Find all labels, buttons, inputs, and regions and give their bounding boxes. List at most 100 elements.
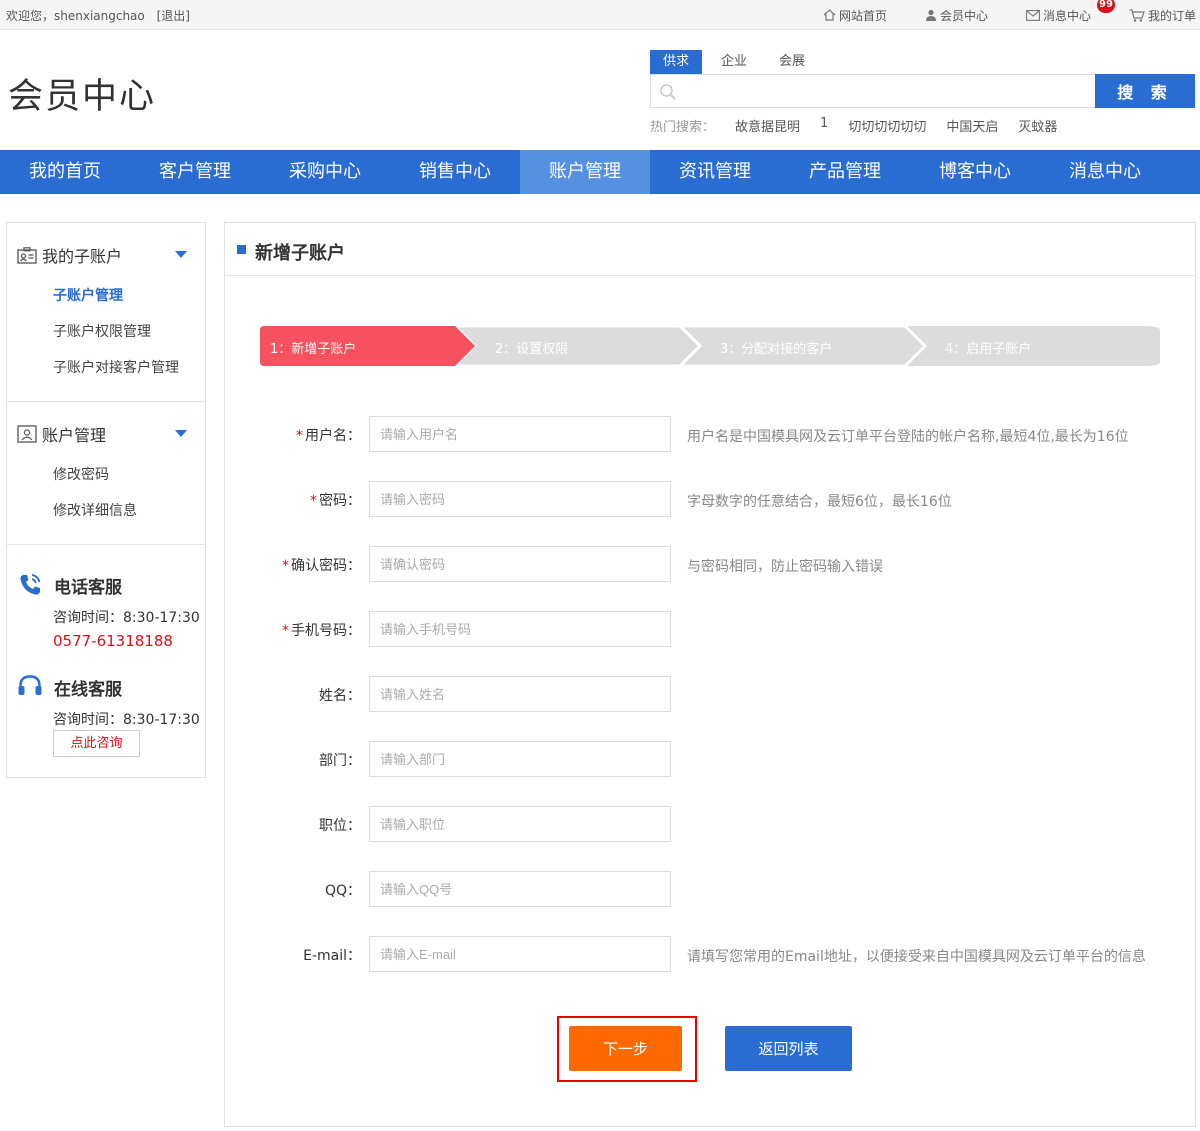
cart-icon [1129, 8, 1145, 22]
nav-item-home[interactable]: 我的首页 [0, 150, 130, 194]
mobile-input[interactable] [369, 611, 671, 647]
required-marker: * [310, 493, 317, 509]
hot-word[interactable]: 切切切切切切 [848, 116, 926, 135]
sidebar-divider [7, 544, 205, 545]
form-row-email: E-mail： 请填写您常用的Email地址，以便接受来自中国模具网及云订单平台… [225, 936, 1195, 972]
phone-service-title: 电话客服 [54, 578, 122, 598]
form-row-position: 职位： [225, 806, 1195, 842]
sidebar-item-change-password[interactable]: 修改密码 [53, 464, 109, 484]
next-step-button[interactable]: 下一步 [569, 1026, 682, 1071]
password-input[interactable] [369, 481, 671, 517]
sidebar-item-sub-account-management[interactable]: 子账户管理 [53, 285, 123, 305]
required-marker: * [282, 558, 289, 574]
username-label: * 用户名： [296, 425, 361, 445]
username-input[interactable] [369, 416, 671, 452]
message-center-link[interactable]: 消息中心 99 [1026, 0, 1115, 24]
title-marker [237, 245, 246, 254]
mail-icon [1026, 9, 1040, 21]
username-label-text: 用户名： [305, 428, 361, 444]
sidebar-item-edit-details[interactable]: 修改详细信息 [53, 500, 137, 520]
step-2-arrow [452, 326, 703, 366]
nav-item-account[interactable]: 账户管理 [520, 150, 650, 194]
hot-word[interactable]: 灭蚊器 [1018, 116, 1057, 135]
department-label: 部门： [319, 753, 361, 769]
nav-item-sales[interactable]: 销售中心 [390, 150, 520, 194]
position-input[interactable] [369, 806, 671, 842]
search-tab-exhibition[interactable]: 会展 [766, 50, 818, 74]
sidebar-item-sub-account-permissions[interactable]: 子账户权限管理 [53, 321, 151, 341]
qq-label: QQ： [324, 883, 361, 899]
nav-item-news[interactable]: 资讯管理 [650, 150, 780, 194]
hot-word[interactable]: 中国天启 [946, 116, 998, 135]
confirm-password-hint: 与密码相同，防止密码输入错误 [687, 559, 883, 575]
qq-input[interactable] [369, 871, 671, 907]
hot-word[interactable]: 故意据昆明 [735, 116, 800, 135]
member-center-label: 会员中心 [939, 8, 988, 23]
main-panel: 新增子账户 1：新增子账户 2：设置权限 3：分配对接的客户 4：启用子账户 *… [224, 222, 1196, 1127]
form-row-username: *用户名： 用户名是中国模具网及云订单平台登陆的帐户名称,最短4位,最长为16位 [225, 416, 1195, 452]
page-title: 新增子账户 [255, 243, 345, 264]
department-input[interactable] [369, 741, 671, 777]
confirm-password-label: * 确认密码： [282, 555, 361, 575]
consult-button[interactable]: 点此咨询 [53, 730, 140, 757]
step-4-arrow [905, 326, 1160, 366]
step-2-label: 2：设置权限 [495, 342, 569, 357]
online-service-title: 在线客服 [54, 680, 122, 700]
step-4-label: 4：启用子账户 [945, 342, 1032, 357]
search-tab-supply[interactable]: 供求 [650, 50, 703, 74]
nav-item-blog[interactable]: 博客中心 [910, 150, 1040, 194]
sidebar-section-account[interactable]: 账户管理 [17, 422, 106, 446]
headset-icon [18, 675, 42, 695]
home-link-label: 网站首页 [838, 8, 887, 23]
mobile-label-text: 手机号码： [291, 623, 361, 639]
form-row-mobile: * 手机号码： [225, 611, 1195, 647]
position-label: 职位： [319, 818, 361, 834]
chevron-down-icon[interactable] [175, 430, 187, 437]
sidebar-item-sub-account-customers[interactable]: 子账户对接客户管理 [53, 357, 179, 377]
form-row-password: *密码： 字母数字的任意结合，最短6位，最长16位 [225, 481, 1195, 517]
search-icon [660, 84, 676, 100]
id-card-icon [17, 246, 37, 264]
sidebar-section-title: 账户管理 [42, 426, 107, 445]
password-label: * 密码： [310, 490, 361, 510]
email-input[interactable] [369, 936, 671, 972]
search-button[interactable]: 搜 索 [1095, 74, 1195, 108]
required-marker: * [282, 623, 289, 639]
nav-item-products[interactable]: 产品管理 [780, 150, 910, 194]
hot-word[interactable]: 1 [820, 116, 828, 135]
confirm-password-input[interactable] [369, 546, 671, 582]
home-link[interactable]: 网站首页 [823, 7, 887, 24]
sidebar-section-title: 我的子账户 [42, 247, 123, 266]
logout-link[interactable]: [退出] [157, 9, 190, 23]
email-hint: 请填写您常用的Email地址，以便接受来自中国模具网及云订单平台的信息 [687, 949, 1146, 965]
email-label: E-mail： [303, 948, 361, 964]
member-center-logo: 会员中心 [8, 77, 157, 117]
online-service-time: 咨询时间：8:30-17:30 [53, 712, 200, 728]
welcome-text: 欢迎您，shenxiangchao [退出] [6, 7, 190, 24]
sidebar-divider [7, 401, 205, 402]
back-to-list-button[interactable]: 返回列表 [725, 1026, 852, 1071]
nav-item-purchasing[interactable]: 采购中心 [260, 150, 390, 194]
mobile-label: * 手机号码： [282, 620, 361, 640]
account-icon [17, 425, 37, 443]
message-count-badge: 99 [1096, 0, 1115, 13]
search-tab-company[interactable]: 企业 [708, 50, 760, 74]
member-center-link[interactable]: 会员中心 [925, 7, 988, 24]
name-input[interactable] [369, 676, 671, 712]
home-icon [823, 9, 836, 21]
nav-item-customers[interactable]: 客户管理 [130, 150, 260, 194]
search-input[interactable] [685, 77, 1085, 105]
my-orders-link[interactable]: 我的订单 [1129, 7, 1196, 24]
top-links: 网站首页 会员中心 消息中心 99 我的订单 [823, 0, 1196, 30]
nav-item-messages[interactable]: 消息中心 [1040, 150, 1170, 194]
my-orders-label: 我的订单 [1147, 8, 1196, 23]
password-hint: 字母数字的任意结合，最短6位，最长16位 [687, 494, 952, 510]
search-tabs: 供求 企业 会展 [650, 50, 824, 74]
step-3-label: 3：分配对接的客户 [720, 342, 833, 357]
search-box [650, 74, 1095, 108]
chevron-down-icon[interactable] [175, 251, 187, 258]
title-divider [225, 275, 1195, 276]
phone-service-time: 咨询时间：8:30-17:30 [53, 610, 200, 626]
sidebar-section-sub-accounts[interactable]: 我的子账户 [17, 243, 122, 267]
phone-service-number: 0577-61318188 [53, 632, 173, 650]
